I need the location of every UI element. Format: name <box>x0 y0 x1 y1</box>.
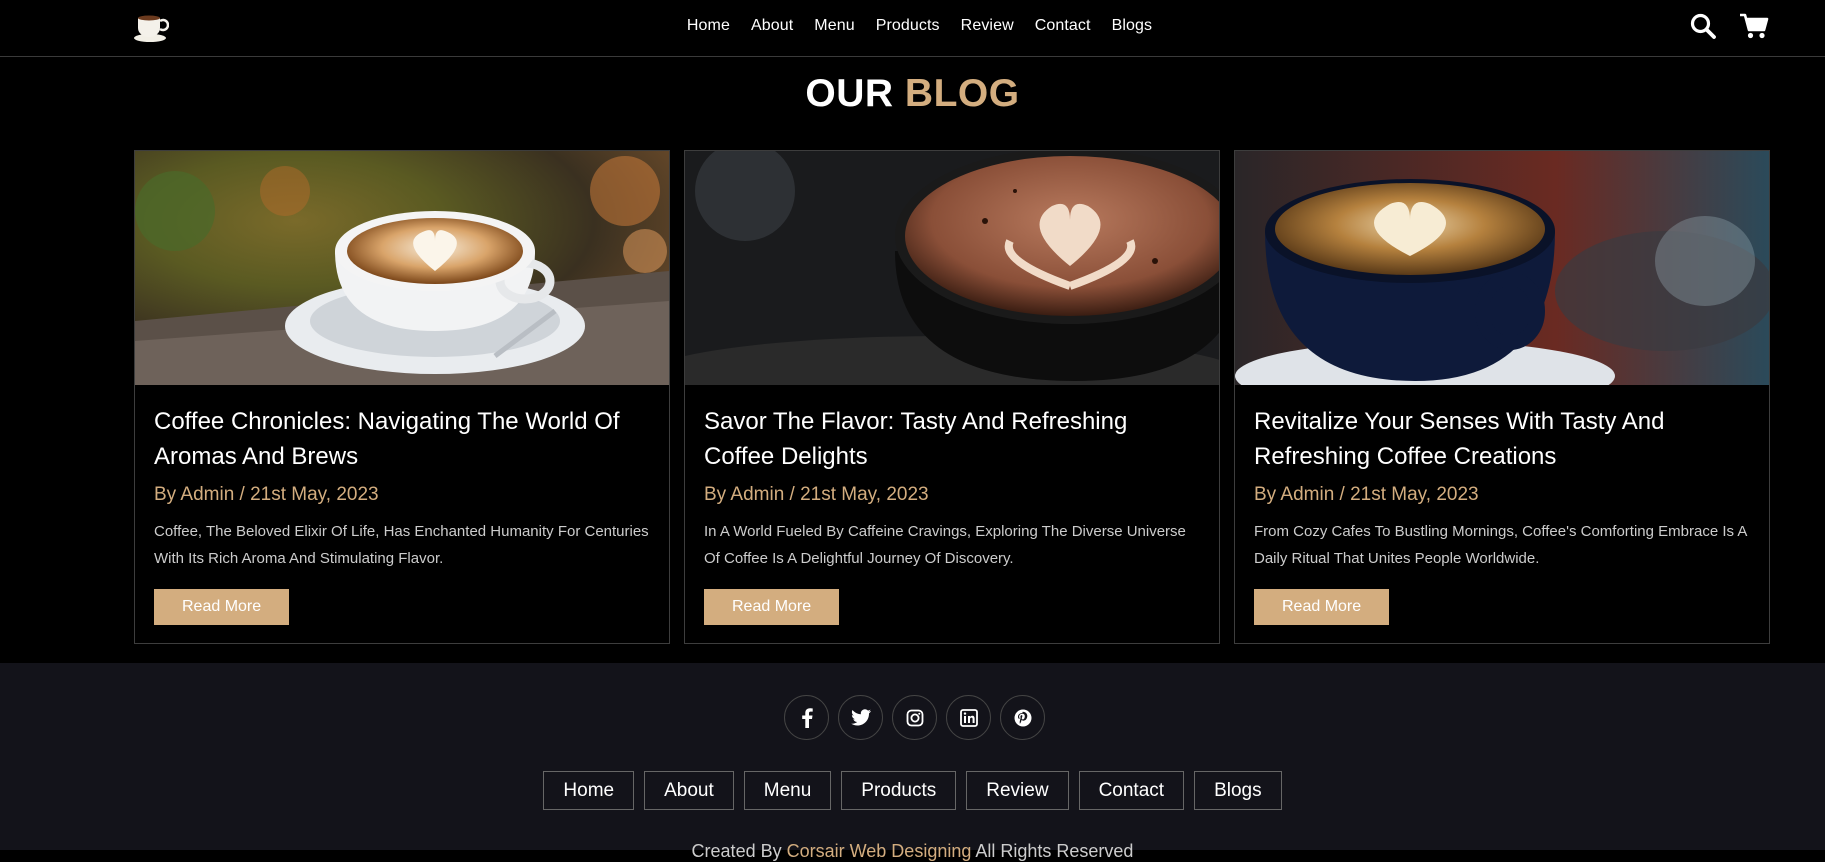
footer-link-review[interactable]: Review <box>966 771 1069 810</box>
footer-link-menu[interactable]: Menu <box>743 771 832 810</box>
facebook-icon[interactable] <box>784 695 829 740</box>
credit-name-link[interactable]: Corsair Web Designing <box>787 841 972 861</box>
blog-card-meta: By Admin / 21st May, 2023 <box>704 484 929 505</box>
blog-card-excerpt: From Cozy Cafes To Bustling Mornings, Co… <box>1254 523 1747 567</box>
nav-contact[interactable]: Contact <box>1035 17 1091 35</box>
blog-card-body: Savor The Flavor: Tasty And Refreshing C… <box>685 385 1219 572</box>
footer-link-about[interactable]: About <box>644 771 734 810</box>
nav-review[interactable]: Review <box>961 17 1014 35</box>
blog-card: Savor The Flavor: Tasty And Refreshing C… <box>684 150 1220 644</box>
nav-menu[interactable]: Menu <box>814 17 854 35</box>
read-more-button[interactable]: Read More <box>154 589 290 625</box>
nav-home[interactable]: Home <box>687 17 730 35</box>
footer-link-products[interactable]: Products <box>841 771 957 810</box>
footer: Home About Menu Products Review Contact … <box>0 663 1825 861</box>
blog-card-meta: By Admin / 21st May, 2023 <box>154 484 379 505</box>
blog-card: Coffee Chronicles: Navigating The World … <box>134 150 670 644</box>
search-icon[interactable] <box>1689 12 1719 42</box>
pinterest-icon[interactable] <box>1000 695 1045 740</box>
blog-card: Revitalize Your Senses With Tasty And Re… <box>1234 150 1770 644</box>
footer-links: Home About Menu Products Review Contact … <box>0 771 1825 810</box>
section-title-main: OUR <box>805 72 894 115</box>
section-title: OUR BLOG <box>0 72 1825 116</box>
read-more-button[interactable]: Read More <box>1254 589 1390 625</box>
instagram-icon[interactable] <box>892 695 937 740</box>
blog-card-image-latte-white-cup <box>135 151 669 385</box>
main-nav: Home About Menu Products Review Contact … <box>0 17 1825 35</box>
blog-card-image-latte-black-cup <box>685 151 1219 385</box>
nav-products[interactable]: Products <box>876 17 940 35</box>
blog-card-excerpt: In A World Fueled By Caffeine Cravings, … <box>704 523 1186 567</box>
header-actions <box>1689 12 1769 42</box>
credit-suffix: All Rights Reserved <box>975 841 1134 861</box>
blog-card-meta: By Admin / 21st May, 2023 <box>1254 484 1479 505</box>
blog-card-image-latte-blue-cup <box>1235 151 1769 385</box>
nav-about[interactable]: About <box>751 17 793 35</box>
blog-card-title[interactable]: Revitalize Your Senses With Tasty And Re… <box>1254 404 1750 474</box>
blog-card-body: Coffee Chronicles: Navigating The World … <box>135 385 669 572</box>
social-links <box>0 695 1825 740</box>
footer-link-home[interactable]: Home <box>543 771 635 810</box>
blog-card-title[interactable]: Savor The Flavor: Tasty And Refreshing C… <box>704 404 1200 474</box>
cart-icon[interactable] <box>1739 12 1769 42</box>
section-title-accent: BLOG <box>904 72 1020 115</box>
blog-card-title[interactable]: Coffee Chronicles: Navigating The World … <box>154 404 650 474</box>
read-more-button[interactable]: Read More <box>704 589 840 625</box>
nav-blogs[interactable]: Blogs <box>1112 17 1153 35</box>
footer-link-blogs[interactable]: Blogs <box>1194 771 1282 810</box>
footer-credit: Created By Corsair Web Designing All Rig… <box>0 841 1825 862</box>
twitter-icon[interactable] <box>838 695 883 740</box>
linkedin-icon[interactable] <box>946 695 991 740</box>
blog-card-body: Revitalize Your Senses With Tasty And Re… <box>1235 385 1769 572</box>
footer-link-contact[interactable]: Contact <box>1078 771 1185 810</box>
header: Home About Menu Products Review Contact … <box>0 0 1825 57</box>
blog-cards: Coffee Chronicles: Navigating The World … <box>134 150 1770 644</box>
credit-prefix: Created By <box>691 841 782 861</box>
blog-card-excerpt: Coffee, The Beloved Elixir Of Life, Has … <box>154 523 649 567</box>
